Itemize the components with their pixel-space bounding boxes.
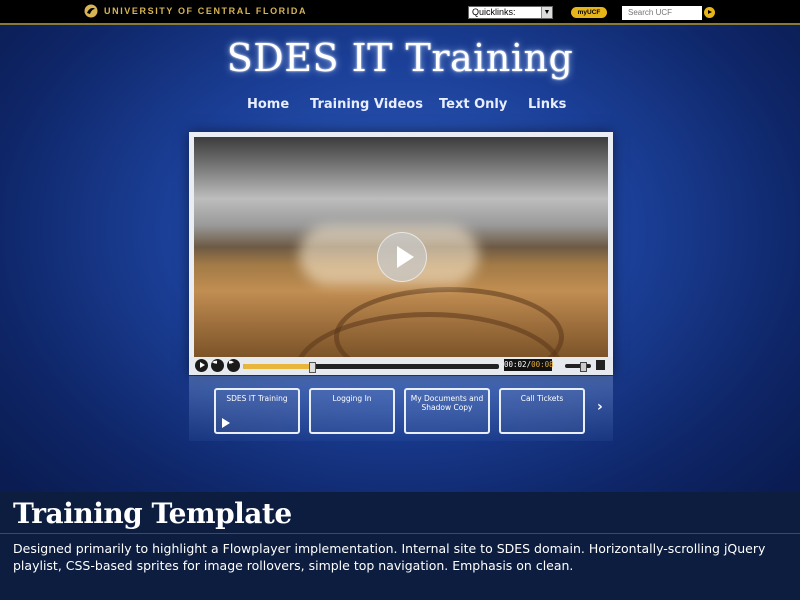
- search-input[interactable]: [622, 6, 702, 20]
- big-play-icon[interactable]: [377, 232, 427, 282]
- nav-training-videos[interactable]: Training Videos: [310, 97, 423, 112]
- playing-icon: [222, 418, 230, 428]
- progress-bar[interactable]: [243, 362, 499, 373]
- nav-links[interactable]: Links: [528, 97, 566, 112]
- playlist-item-label: Call Tickets: [520, 394, 564, 403]
- myucf-button[interactable]: myUCF: [571, 7, 607, 18]
- chevron-right-icon[interactable]: ›: [597, 399, 603, 415]
- playlist-item[interactable]: My Documents and Shadow Copy: [404, 388, 490, 434]
- caption-description: Designed primarily to highlight a Flowpl…: [13, 541, 766, 573]
- rewind-icon[interactable]: [211, 358, 224, 372]
- nav-text-only[interactable]: Text Only: [439, 97, 507, 112]
- progress-fill: [243, 364, 313, 369]
- caption-panel: Training Template Designed primarily to …: [0, 492, 800, 600]
- playlist-item[interactable]: Call Tickets: [499, 388, 585, 434]
- duration-time: 00:08: [531, 360, 554, 369]
- top-bar: UNIVERSITY OF CENTRAL FLORIDA Quicklinks…: [0, 0, 800, 25]
- elapsed-time: 00:02: [504, 360, 527, 369]
- playlist-item-label: My Documents and Shadow Copy: [410, 394, 484, 412]
- play-icon[interactable]: [195, 359, 208, 372]
- caption-title: Training Template: [13, 497, 292, 530]
- video-frame[interactable]: [194, 137, 608, 357]
- playlist-item[interactable]: Logging In: [309, 388, 395, 434]
- volume-slider[interactable]: [565, 362, 591, 372]
- playlist-item-label: SDES IT Training: [226, 394, 288, 403]
- nav-home[interactable]: Home: [247, 97, 289, 112]
- search-go-icon[interactable]: [704, 7, 715, 18]
- volume-handle[interactable]: [580, 362, 588, 372]
- caption-divider: [0, 533, 800, 534]
- time-display: 00:02/00:08: [504, 359, 554, 371]
- fast-forward-icon[interactable]: [227, 358, 240, 372]
- player-controls: 00:02/00:08: [189, 357, 613, 375]
- fullscreen-icon[interactable]: [596, 360, 605, 370]
- quicklinks-value: Quicklinks:: [472, 7, 516, 17]
- playlist-item-label: Logging In: [332, 394, 372, 403]
- progress-handle[interactable]: [309, 362, 317, 373]
- ucf-pegasus-logo-icon[interactable]: [84, 4, 98, 18]
- quicklinks-select[interactable]: Quicklinks: ▼: [468, 6, 553, 19]
- playlist-item[interactable]: SDES IT Training: [214, 388, 300, 434]
- university-name-link[interactable]: UNIVERSITY OF CENTRAL FLORIDA: [104, 6, 307, 16]
- site-title: SDES IT Training: [226, 36, 574, 80]
- video-player: 00:02/00:08: [189, 132, 613, 375]
- chevron-down-icon[interactable]: ▼: [541, 7, 552, 18]
